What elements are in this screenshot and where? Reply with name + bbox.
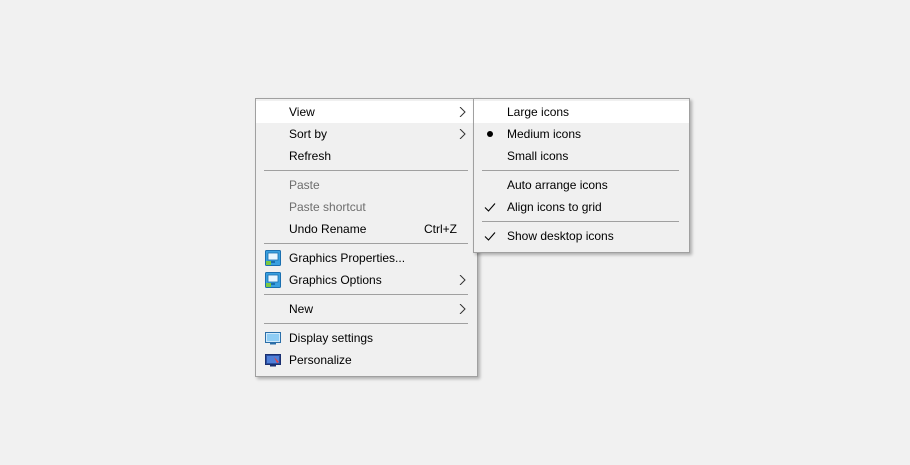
menu-item-label: New xyxy=(289,302,314,316)
checkmark-icon xyxy=(484,203,496,212)
menu-item-label: View xyxy=(289,105,315,119)
chevron-right-icon xyxy=(459,275,466,285)
menu-item-label: Graphics Properties... xyxy=(289,251,406,265)
menu-separator xyxy=(264,294,468,295)
menu-separator xyxy=(482,221,679,222)
shortcut-text: Ctrl+Z xyxy=(424,222,457,236)
menu-item-paste: Paste xyxy=(256,174,477,196)
intel-graphics-icon xyxy=(265,250,281,266)
chevron-right-icon xyxy=(459,129,466,139)
menu-separator xyxy=(264,323,468,324)
display-icon xyxy=(265,332,281,345)
menu-item-label: Personalize xyxy=(289,353,352,367)
menu-item-label: Small icons xyxy=(507,149,569,163)
desktop[interactable]: View Sort by Refresh Paste Paste shortcu… xyxy=(0,0,910,465)
menu-item-view[interactable]: View xyxy=(256,101,477,123)
menu-item-personalize[interactable]: Personalize xyxy=(256,349,477,371)
menu-item-sort-by[interactable]: Sort by xyxy=(256,123,477,145)
menu-item-graphics-options[interactable]: Graphics Options xyxy=(256,269,477,291)
view-submenu: Large icons Medium icons Small icons Aut… xyxy=(473,98,690,253)
menu-item-label: Display settings xyxy=(289,331,374,345)
menu-item-label: Undo Rename xyxy=(289,222,367,236)
menu-separator xyxy=(264,243,468,244)
intel-graphics-icon xyxy=(265,272,281,288)
submenu-item-medium-icons[interactable]: Medium icons xyxy=(474,123,689,145)
submenu-item-auto-arrange[interactable]: Auto arrange icons xyxy=(474,174,689,196)
menu-separator xyxy=(264,170,468,171)
submenu-item-show-desktop-icons[interactable]: Show desktop icons xyxy=(474,225,689,247)
menu-item-label: Paste shortcut xyxy=(289,200,366,214)
menu-item-label: Medium icons xyxy=(507,127,582,141)
menu-item-graphics-properties[interactable]: Graphics Properties... xyxy=(256,247,477,269)
menu-item-refresh[interactable]: Refresh xyxy=(256,145,477,167)
menu-separator xyxy=(482,170,679,171)
menu-item-label: Paste xyxy=(289,178,320,192)
checkmark-icon xyxy=(484,232,496,241)
menu-item-label: Refresh xyxy=(289,149,332,163)
menu-item-label: Auto arrange icons xyxy=(507,178,608,192)
submenu-item-large-icons[interactable]: Large icons xyxy=(474,101,689,123)
menu-item-display-settings[interactable]: Display settings xyxy=(256,327,477,349)
menu-item-paste-shortcut: Paste shortcut xyxy=(256,196,477,218)
chevron-right-icon xyxy=(459,107,466,117)
menu-item-label: Sort by xyxy=(289,127,328,141)
submenu-item-small-icons[interactable]: Small icons xyxy=(474,145,689,167)
menu-item-label: Align icons to grid xyxy=(507,200,602,214)
menu-item-label: Graphics Options xyxy=(289,273,382,287)
menu-item-label: Large icons xyxy=(507,105,570,119)
chevron-right-icon xyxy=(459,304,466,314)
menu-item-undo-rename[interactable]: Undo Rename Ctrl+Z xyxy=(256,218,477,240)
personalize-icon xyxy=(265,354,281,367)
submenu-item-align-to-grid[interactable]: Align icons to grid xyxy=(474,196,689,218)
menu-item-label: Show desktop icons xyxy=(507,229,614,243)
bullet-icon xyxy=(487,131,493,137)
menu-item-new[interactable]: New xyxy=(256,298,477,320)
desktop-context-menu: View Sort by Refresh Paste Paste shortcu… xyxy=(255,98,478,377)
